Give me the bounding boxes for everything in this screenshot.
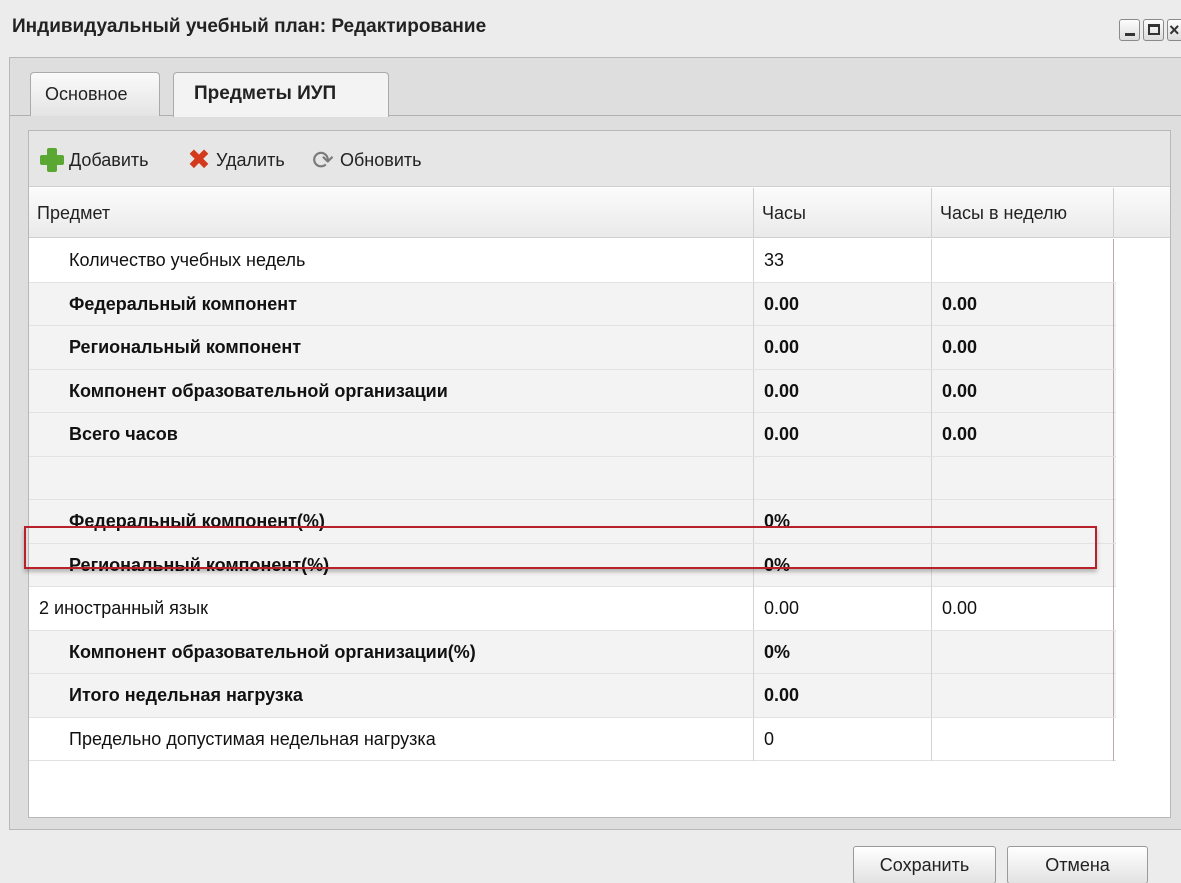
close-button[interactable]: ×	[1167, 19, 1181, 41]
column-header-subject[interactable]: Предмет	[29, 188, 754, 238]
tab-main[interactable]: Основное	[30, 72, 160, 116]
window-controls: ×	[1119, 19, 1181, 41]
column-header-hours[interactable]: Часы	[754, 188, 932, 238]
minimize-icon	[1125, 33, 1135, 36]
table-row[interactable]: Компонент образовательной организации 0.…	[29, 369, 1116, 413]
refresh-icon: ⟳	[312, 145, 334, 175]
per-week-cell[interactable]	[932, 674, 1114, 717]
tab-bar: Основное Предметы ИУП	[10, 58, 1181, 117]
table-row[interactable]	[29, 456, 1116, 500]
table-row[interactable]: Всего часов 0.00 0.00	[29, 413, 1116, 457]
table-row[interactable]: Предельно допустимая недельная нагрузка …	[29, 717, 1116, 761]
save-button[interactable]: Сохранить	[853, 846, 996, 883]
table-row[interactable]: Федеральный компонент 0.00 0.00	[29, 282, 1116, 326]
subject-cell: Итого недельная нагрузка	[29, 674, 754, 717]
per-week-cell[interactable]	[932, 456, 1114, 500]
edit-window: Индивидуальный учебный план: Редактирова…	[0, 0, 1181, 883]
table-row[interactable]: Региональный компонент 0.00 0.00	[29, 326, 1116, 370]
hours-cell[interactable]: 0%	[754, 500, 932, 543]
table-row[interactable]: Компонент образовательной организации(%)…	[29, 630, 1116, 674]
table-row[interactable]: Количество учебных недель 33	[29, 239, 1116, 283]
hours-cell[interactable]: 0	[754, 717, 932, 761]
delete-button[interactable]: ✖ Удалить	[186, 144, 285, 175]
cancel-button[interactable]: Отмена	[1007, 846, 1148, 883]
hours-cell[interactable]: 0%	[754, 543, 932, 587]
minimize-button[interactable]	[1119, 19, 1140, 41]
subject-cell	[29, 456, 754, 500]
window-titlebar[interactable]: Индивидуальный учебный план: Редактирова…	[0, 0, 1181, 56]
grid-toolbar: Добавить ✖ Удалить ⟳ Обновить	[29, 131, 1170, 187]
table-row[interactable]: Региональный компонент(%) 0%	[29, 543, 1116, 587]
table-header: Предмет Часы Часы в неделю	[29, 188, 1170, 238]
per-week-cell[interactable]	[932, 717, 1114, 761]
per-week-cell[interactable]: 0.00	[932, 326, 1114, 369]
add-button-label: Добавить	[69, 149, 149, 170]
subject-cell: Всего часов	[29, 413, 754, 456]
subject-cell: Количество учебных недель	[29, 239, 754, 282]
subject-cell: Компонент образовательной организации(%)	[29, 630, 754, 674]
refresh-button[interactable]: ⟳ Обновить	[310, 145, 422, 175]
subject-cell: Региональный компонент(%)	[29, 543, 754, 587]
delete-icon: ✖	[187, 144, 211, 175]
hours-cell[interactable]	[754, 456, 932, 500]
hours-cell[interactable]: 0.00	[754, 413, 932, 456]
table-row[interactable]: Итого недельная нагрузка 0.00	[29, 674, 1116, 718]
subject-cell: Федеральный компонент(%)	[29, 500, 754, 543]
hours-cell[interactable]: 0.00	[754, 282, 932, 326]
maximize-icon	[1148, 24, 1160, 35]
plus-icon	[39, 147, 65, 173]
tab-panel: Основное Предметы ИУП Добавить ✖ Удалить…	[9, 57, 1181, 830]
add-button[interactable]: Добавить	[39, 145, 149, 175]
subjects-grid: Добавить ✖ Удалить ⟳ Обновить Предмет Ча…	[28, 130, 1171, 818]
hours-cell[interactable]: 33	[754, 239, 932, 282]
subject-cell: 2 иностранный язык	[29, 587, 754, 630]
subject-cell: Предельно допустимая недельная нагрузка	[29, 717, 754, 761]
subject-cell: Федеральный компонент	[29, 282, 754, 326]
hours-cell[interactable]: 0.00	[754, 326, 932, 369]
refresh-button-label: Обновить	[340, 149, 422, 170]
column-header-hours-per-week[interactable]: Часы в неделю	[932, 188, 1114, 238]
dialog-footer: Сохранить Отмена	[0, 830, 1181, 883]
per-week-cell[interactable]	[932, 239, 1114, 282]
per-week-cell[interactable]: 0.00	[932, 413, 1114, 456]
per-week-cell[interactable]: 0.00	[932, 587, 1114, 630]
hours-cell[interactable]: 0.00	[754, 674, 932, 717]
subject-cell: Компонент образовательной организации	[29, 369, 754, 413]
table-row-selected[interactable]: 2 иностранный язык 0.00 0.00	[29, 587, 1116, 631]
per-week-cell[interactable]: 0.00	[932, 369, 1114, 413]
per-week-cell[interactable]	[932, 500, 1114, 543]
delete-button-label: Удалить	[216, 149, 285, 170]
per-week-cell[interactable]: 0.00	[932, 282, 1114, 326]
maximize-button[interactable]	[1143, 19, 1164, 41]
hours-cell[interactable]: 0%	[754, 630, 932, 674]
hours-cell[interactable]: 0.00	[754, 587, 932, 630]
per-week-cell[interactable]	[932, 630, 1114, 674]
table-row[interactable]: Федеральный компонент(%) 0%	[29, 500, 1116, 544]
hours-cell[interactable]: 0.00	[754, 369, 932, 413]
tab-subjects[interactable]: Предметы ИУП	[173, 72, 389, 117]
window-title: Индивидуальный учебный план: Редактирова…	[12, 16, 487, 37]
subject-cell: Региональный компонент	[29, 326, 754, 369]
per-week-cell[interactable]	[932, 543, 1114, 587]
close-icon: ×	[1169, 20, 1180, 40]
table-body: Количество учебных недель 33 Федеральный…	[29, 239, 1116, 761]
